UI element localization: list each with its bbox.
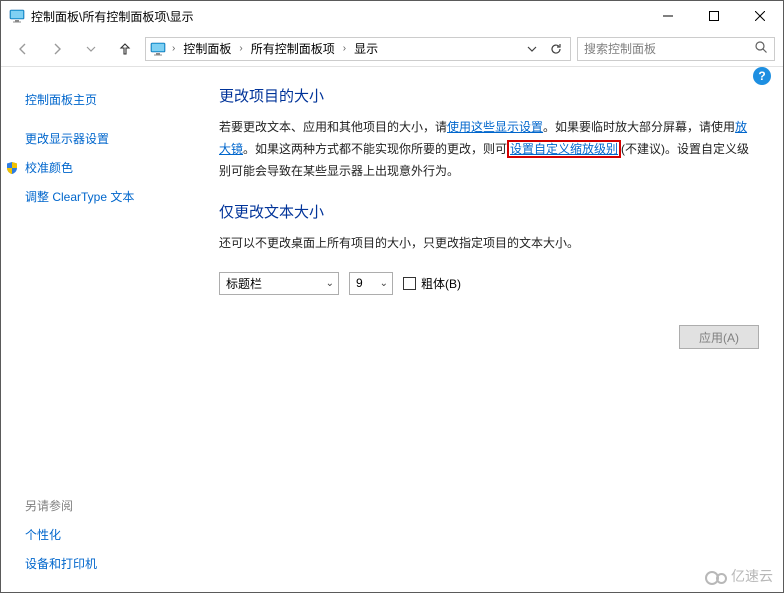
display-icon — [9, 8, 25, 24]
address-bar[interactable]: › 控制面板 › 所有控制面板项 › 显示 — [145, 37, 571, 61]
bold-checkbox[interactable] — [403, 277, 416, 290]
window-title: 控制面板\所有控制面板项\显示 — [31, 8, 645, 25]
bold-label: 粗体(B) — [421, 275, 461, 292]
sidebar-item-cleartype[interactable]: 调整 ClearType 文本 — [25, 182, 201, 211]
display-icon — [150, 41, 166, 57]
toolbar: › 控制面板 › 所有控制面板项 › 显示 — [1, 31, 783, 67]
content: 更改项目的大小 若要更改文本、应用和其他项目的大小，请使用这些显示设置。如果要临… — [201, 67, 783, 592]
paragraph-resize-items: 若要更改文本、应用和其他项目的大小，请使用这些显示设置。如果要临时放大部分屏幕，… — [219, 116, 759, 183]
minimize-button[interactable] — [645, 1, 691, 31]
back-button[interactable] — [9, 35, 37, 63]
watermark-text: 亿速云 — [731, 566, 773, 586]
search-box[interactable] — [577, 37, 775, 61]
maximize-button[interactable] — [691, 1, 737, 31]
paragraph-text-only: 还可以不更改桌面上所有项目的大小，只更改指定项目的文本大小。 — [219, 232, 759, 254]
refresh-button[interactable] — [546, 38, 566, 60]
chevron-down-icon: ⌄ — [318, 278, 334, 289]
heading-text-only: 仅更改文本大小 — [219, 201, 759, 222]
search-input[interactable] — [584, 42, 754, 56]
forward-button[interactable] — [43, 35, 71, 63]
breadcrumb-root[interactable]: 控制面板 — [181, 38, 233, 59]
breadcrumb-leaf[interactable]: 显示 — [352, 38, 380, 59]
address-dropdown-icon[interactable] — [522, 38, 542, 60]
link-custom-scaling[interactable]: 设置自定义缩放级别 — [507, 140, 621, 158]
size-dropdown-value: 9 — [356, 276, 372, 290]
chevron-right-icon[interactable]: › — [237, 43, 244, 54]
chevron-down-icon: ⌄ — [372, 278, 388, 289]
apply-bar: 应用(A) — [679, 325, 759, 349]
apply-button[interactable]: 应用(A) — [679, 325, 759, 349]
sidebar-footer-heading: 另请参阅 — [25, 491, 201, 520]
main-area: 控制面板主页 更改显示器设置 校准颜色 调整 ClearType 文本 另请参阅… — [1, 67, 783, 592]
window-controls — [645, 1, 783, 31]
link-display-settings[interactable]: 使用这些显示设置 — [447, 120, 543, 134]
titlebar: 控制面板\所有控制面板项\显示 — [1, 1, 783, 31]
sidebar-item-calibrate-color[interactable]: 校准颜色 — [5, 153, 201, 182]
up-button[interactable] — [111, 35, 139, 63]
sidebar-footer-devices[interactable]: 设备和打印机 — [25, 549, 201, 578]
sidebar: 控制面板主页 更改显示器设置 校准颜色 调整 ClearType 文本 另请参阅… — [1, 67, 201, 592]
shield-icon — [5, 161, 19, 175]
chevron-right-icon[interactable]: › — [341, 43, 348, 54]
item-dropdown-value: 标题栏 — [226, 275, 318, 292]
recent-dropdown-icon[interactable] — [77, 35, 105, 63]
sidebar-home[interactable]: 控制面板主页 — [25, 85, 201, 114]
item-dropdown[interactable]: 标题栏 ⌄ — [219, 272, 339, 295]
text-size-controls: 标题栏 ⌄ 9 ⌄ 粗体(B) — [219, 272, 759, 295]
breadcrumb-mid[interactable]: 所有控制面板项 — [249, 38, 337, 59]
heading-resize-items: 更改项目的大小 — [219, 85, 759, 106]
watermark-icon — [705, 569, 727, 583]
bold-checkbox-row: 粗体(B) — [403, 275, 461, 292]
size-dropdown[interactable]: 9 ⌄ — [349, 272, 393, 295]
watermark: 亿速云 — [705, 566, 773, 586]
search-icon[interactable] — [754, 40, 768, 57]
sidebar-item-display-settings[interactable]: 更改显示器设置 — [25, 124, 201, 153]
close-button[interactable] — [737, 1, 783, 31]
sidebar-footer-personalization[interactable]: 个性化 — [25, 520, 201, 549]
sidebar-item-label: 校准颜色 — [25, 159, 73, 176]
chevron-right-icon[interactable]: › — [170, 43, 177, 54]
